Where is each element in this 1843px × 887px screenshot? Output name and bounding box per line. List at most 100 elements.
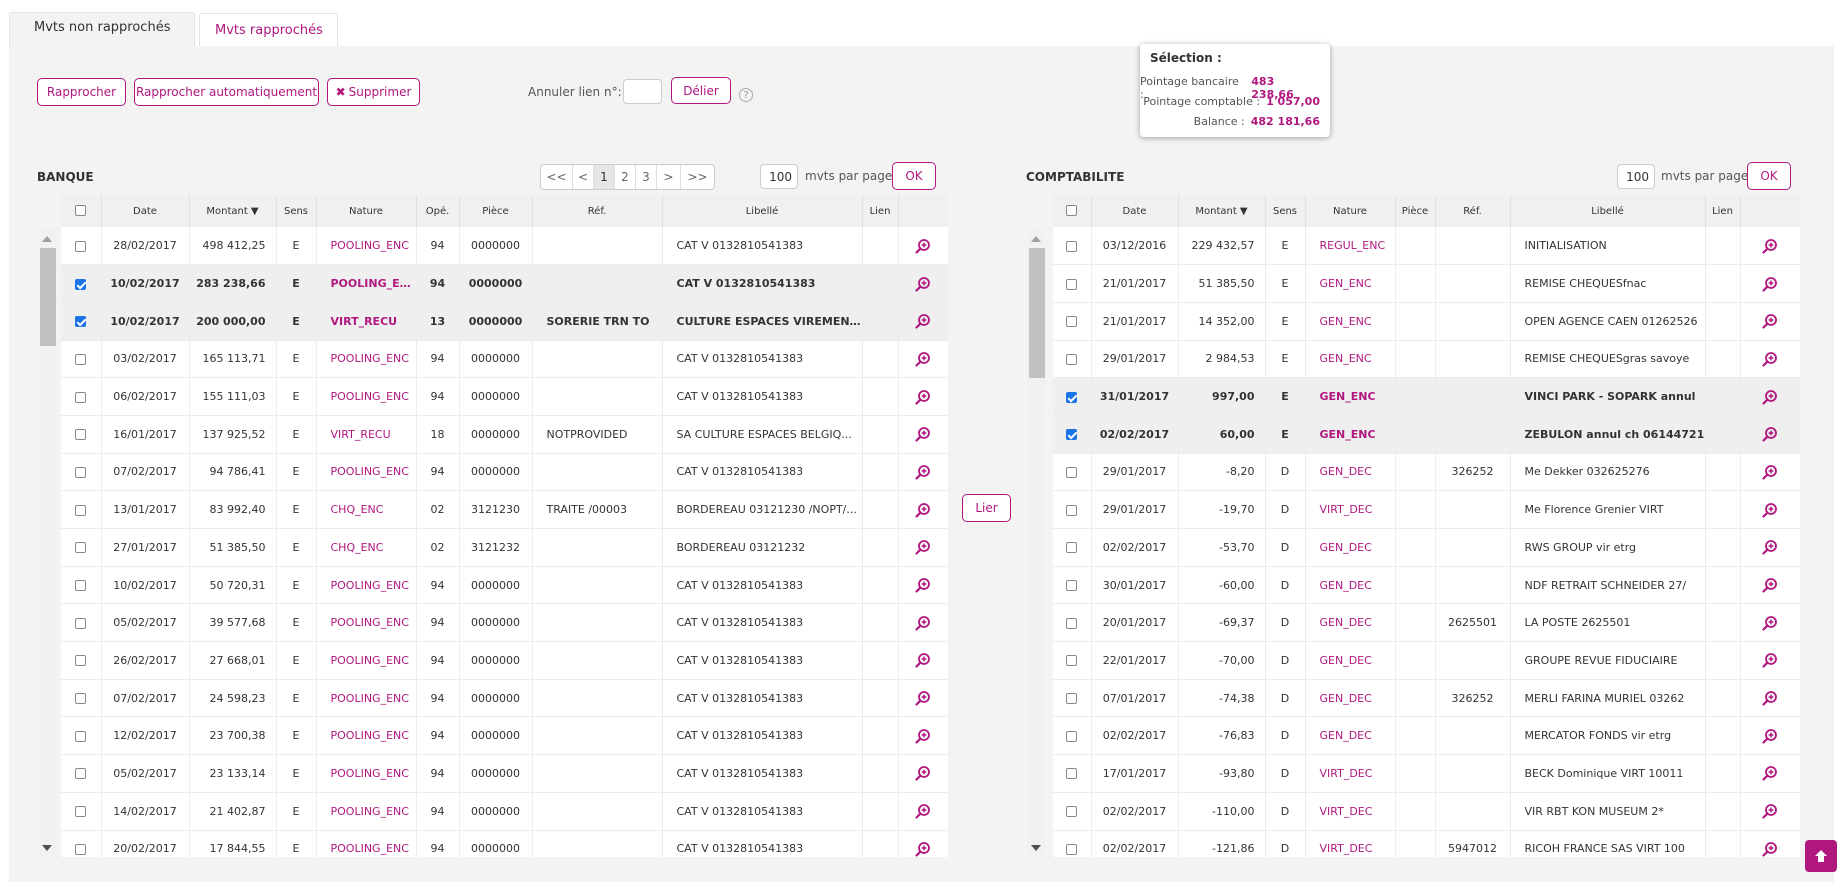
zoom-in-icon[interactable] bbox=[898, 716, 948, 756]
pager-prev[interactable]: < bbox=[573, 165, 594, 189]
col-nature[interactable]: Nature bbox=[316, 195, 417, 227]
table-row[interactable]: 22/01/2017 -70,00 D GEN_DEC GROUPE REVUE FID… bbox=[1053, 641, 1800, 680]
row-checkbox[interactable] bbox=[1066, 466, 1078, 478]
row-checkbox-cell[interactable] bbox=[61, 340, 102, 379]
row-checkbox[interactable] bbox=[1066, 580, 1078, 592]
row-checkbox-cell[interactable] bbox=[61, 490, 102, 529]
row-checkbox-cell[interactable] bbox=[1053, 792, 1092, 831]
zoom-in-icon[interactable] bbox=[1740, 716, 1800, 756]
row-checkbox-cell[interactable] bbox=[61, 603, 102, 643]
zoom-in-icon[interactable] bbox=[1740, 415, 1800, 454]
row-checkbox[interactable] bbox=[75, 316, 87, 328]
zoom-in-icon[interactable] bbox=[1740, 227, 1800, 266]
zoom-in-icon[interactable] bbox=[1740, 264, 1800, 303]
scroll-to-top-button[interactable] bbox=[1805, 840, 1837, 872]
row-checkbox[interactable] bbox=[75, 730, 87, 742]
row-checkbox-cell[interactable] bbox=[61, 377, 102, 416]
zoom-in-icon[interactable] bbox=[898, 792, 948, 831]
row-checkbox[interactable] bbox=[75, 240, 87, 252]
row-checkbox[interactable] bbox=[1066, 278, 1078, 290]
col-lien[interactable]: Lien bbox=[862, 195, 899, 227]
table-row[interactable]: 02/02/2017 -53,70 D GEN_DEC RWS GROUP vir et… bbox=[1053, 528, 1800, 567]
row-checkbox[interactable] bbox=[75, 617, 87, 629]
zoom-in-icon[interactable] bbox=[1740, 754, 1800, 793]
row-checkbox-cell[interactable] bbox=[1053, 377, 1092, 416]
select-all-checkbox[interactable] bbox=[1066, 205, 1078, 217]
table-row[interactable]: 03/02/2017 165 113,71 E POOLING_ENC 94 000000… bbox=[61, 340, 948, 379]
row-checkbox-cell[interactable] bbox=[61, 415, 102, 454]
zoom-in-icon[interactable] bbox=[1740, 679, 1800, 718]
zoom-in-icon[interactable] bbox=[1740, 377, 1800, 416]
col-libelle[interactable]: Libellé bbox=[662, 195, 863, 227]
col-sens[interactable]: Sens bbox=[276, 195, 317, 227]
comptabilite-scrollbar[interactable] bbox=[1027, 228, 1045, 857]
tab-mvts-non-rapproches[interactable]: Mvts non rapprochés bbox=[9, 12, 196, 47]
row-checkbox[interactable] bbox=[1066, 429, 1078, 441]
row-checkbox[interactable] bbox=[75, 504, 87, 516]
row-checkbox[interactable] bbox=[75, 353, 87, 365]
col-date[interactable]: Date bbox=[1091, 195, 1179, 227]
col-date[interactable]: Date bbox=[101, 195, 190, 227]
banque-scrollbar[interactable] bbox=[38, 228, 56, 857]
row-checkbox-cell[interactable] bbox=[1053, 566, 1092, 605]
row-checkbox[interactable] bbox=[1066, 806, 1078, 818]
row-checkbox-cell[interactable] bbox=[1053, 641, 1092, 680]
table-row[interactable]: 07/01/2017 -74,38 D GEN_DEC 326252 MERLI FARI… bbox=[1053, 679, 1800, 718]
row-checkbox[interactable] bbox=[1066, 542, 1078, 554]
zoom-in-icon[interactable] bbox=[1740, 566, 1800, 605]
table-row[interactable]: 12/02/2017 23 700,38 E POOLING_ENC 94 0000000… bbox=[61, 716, 948, 756]
table-row[interactable]: 31/01/2017 997,00 E GEN_ENC VINCI PARK - SOP… bbox=[1053, 377, 1800, 416]
table-row[interactable]: 02/02/2017 -110,00 D VIRT_DEC VIR RBT KON MU… bbox=[1053, 792, 1800, 831]
row-checkbox-cell[interactable] bbox=[61, 792, 102, 831]
zoom-in-icon[interactable] bbox=[898, 302, 948, 341]
col-montant[interactable]: Montant ▼ bbox=[189, 195, 277, 227]
row-checkbox[interactable] bbox=[1066, 316, 1078, 328]
table-row[interactable]: 06/02/2017 155 111,03 E POOLING_ENC 94 000000… bbox=[61, 377, 948, 416]
zoom-in-icon[interactable] bbox=[1740, 340, 1800, 379]
table-row[interactable]: 05/02/2017 39 577,68 E POOLING_ENC 94 0000000… bbox=[61, 603, 948, 643]
row-checkbox[interactable] bbox=[75, 655, 87, 667]
table-row[interactable]: 10/02/2017 283 238,66 E POOLING_ENC 94 000000… bbox=[61, 264, 948, 303]
row-checkbox[interactable] bbox=[75, 466, 87, 478]
col-ref[interactable]: Réf. bbox=[532, 195, 663, 227]
row-checkbox[interactable] bbox=[75, 693, 87, 705]
row-checkbox-cell[interactable] bbox=[1053, 264, 1092, 303]
zoom-in-icon[interactable] bbox=[898, 754, 948, 793]
row-checkbox[interactable] bbox=[1066, 391, 1078, 403]
row-checkbox[interactable] bbox=[75, 806, 87, 818]
row-checkbox[interactable] bbox=[75, 542, 87, 554]
col-nature[interactable]: Nature bbox=[1305, 195, 1396, 227]
pager-page-2[interactable]: 2 bbox=[615, 165, 636, 189]
row-checkbox-cell[interactable] bbox=[1053, 340, 1092, 379]
row-checkbox[interactable] bbox=[1066, 768, 1078, 780]
zoom-in-icon[interactable] bbox=[898, 566, 948, 605]
scroll-thumb[interactable] bbox=[40, 248, 56, 346]
row-checkbox-cell[interactable] bbox=[1053, 754, 1092, 793]
row-checkbox-cell[interactable] bbox=[1053, 830, 1092, 857]
supprimer-button[interactable]: ✖ Supprimer bbox=[327, 78, 420, 106]
scroll-up-arrow[interactable] bbox=[42, 236, 52, 242]
row-checkbox-cell[interactable] bbox=[61, 716, 102, 756]
zoom-in-icon[interactable] bbox=[898, 377, 948, 416]
table-row[interactable]: 20/02/2017 17 844,55 E POOLING_ENC 94 0000000… bbox=[61, 830, 948, 857]
row-checkbox-cell[interactable] bbox=[61, 566, 102, 605]
table-row[interactable]: 02/02/2017 -76,83 D GEN_DEC MERCATOR FONDS v… bbox=[1053, 716, 1800, 756]
table-row[interactable]: 17/01/2017 -93,80 D VIRT_DEC BECK Dominique … bbox=[1053, 754, 1800, 793]
banque-ok-button[interactable]: OK bbox=[892, 162, 936, 190]
scroll-up-arrow[interactable] bbox=[1031, 236, 1041, 242]
row-checkbox[interactable] bbox=[1066, 693, 1078, 705]
table-row[interactable]: 03/12/2016 229 432,57 E REGUL_ENC INITIALISA… bbox=[1053, 227, 1800, 266]
row-checkbox[interactable] bbox=[75, 429, 87, 441]
row-checkbox-cell[interactable] bbox=[1053, 302, 1092, 341]
row-checkbox-cell[interactable] bbox=[1053, 415, 1092, 454]
row-checkbox-cell[interactable] bbox=[1053, 528, 1092, 567]
row-checkbox-cell[interactable] bbox=[61, 227, 102, 266]
col-libelle[interactable]: Libellé bbox=[1510, 195, 1706, 227]
row-checkbox-cell[interactable] bbox=[61, 754, 102, 793]
scroll-down-arrow[interactable] bbox=[1031, 845, 1041, 851]
row-checkbox[interactable] bbox=[1066, 655, 1078, 667]
row-checkbox-cell[interactable] bbox=[1053, 227, 1092, 266]
zoom-in-icon[interactable] bbox=[898, 340, 948, 379]
lier-button[interactable]: Lier bbox=[962, 494, 1011, 522]
col-piece[interactable]: Pièce bbox=[459, 195, 533, 227]
